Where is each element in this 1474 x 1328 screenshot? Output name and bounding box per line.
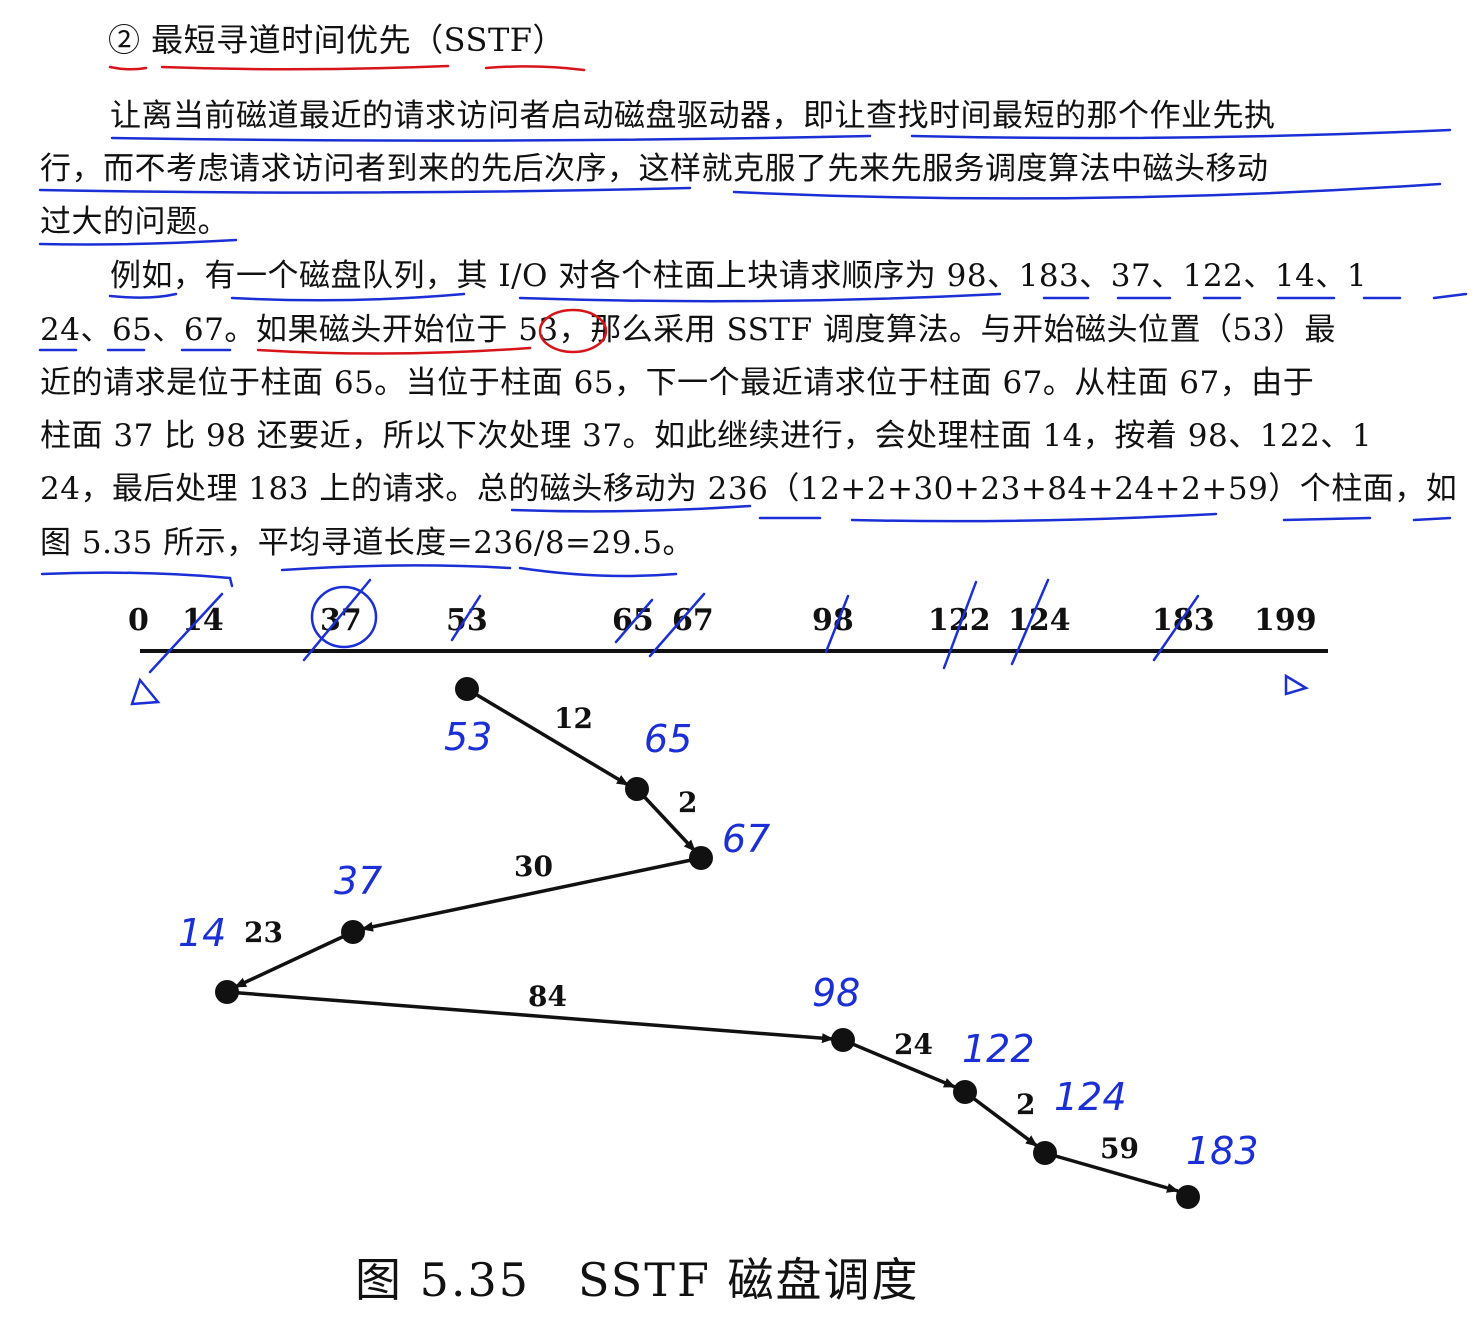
axis-tick-labels: 0 14 37 53 65 67 98 122 124 183 199 (128, 603, 1317, 638)
blue-underline-ru (1412, 516, 1452, 522)
mark-right-end (1284, 673, 1310, 696)
blue-underline-1b (910, 128, 1452, 140)
blue-underline-1a (110, 134, 872, 142)
blue-underline-2a (38, 186, 692, 194)
red-underline-title (160, 64, 450, 71)
hand-label-14: 14 (178, 911, 226, 955)
blue-underline-fig (40, 571, 234, 588)
blue-underline-formula (518, 566, 678, 578)
blue-underline-4c (518, 292, 1002, 303)
mark-left-end (130, 677, 161, 706)
movement-label-6: 24 (894, 1028, 933, 1061)
blue-underline-1 (1432, 292, 1468, 300)
tick-183: 183 (1152, 603, 1215, 638)
hand-label-98: 98 (812, 971, 860, 1015)
blue-underline-cylinders (1282, 516, 1372, 522)
tick-53: 53 (446, 603, 488, 638)
tick-199: 199 (1254, 603, 1317, 638)
point-53 (455, 677, 479, 701)
red-circle-53 (538, 308, 608, 354)
figure-caption: 图 5.35 SSTF 磁盘调度 (355, 1253, 920, 1307)
hand-label-53: 53 (444, 715, 492, 759)
movement-label-2: 2 (678, 786, 697, 819)
blue-strikes (130, 578, 1310, 706)
red-underline-start (256, 346, 532, 355)
sstf-figure: 0 14 37 53 65 67 98 122 124 183 199 12 2… (38, 64, 1468, 1209)
tick-14: 14 (182, 603, 224, 638)
point-65 (625, 777, 649, 801)
blue-underline-avg (280, 564, 512, 572)
movement-label-1: 12 (554, 702, 593, 735)
visit-points (215, 677, 1200, 1209)
point-37 (341, 920, 365, 944)
hand-label-124: 124 (1054, 1075, 1127, 1119)
blue-underline-4b (230, 292, 466, 302)
hand-label-65: 65 (644, 717, 692, 761)
handwritten-labels: 53 65 67 37 14 98 122 124 183 (178, 715, 1259, 1173)
point-98 (831, 1028, 855, 1052)
movement-label-5: 84 (528, 980, 567, 1013)
blue-underline-sum (850, 512, 1218, 523)
movement-label-8: 59 (1100, 1132, 1139, 1165)
movement-label-3: 30 (514, 850, 553, 883)
red-annotations (108, 64, 608, 355)
point-124 (1033, 1141, 1057, 1165)
blue-annotations (38, 128, 1468, 588)
point-14 (215, 980, 239, 1004)
tick-122: 122 (928, 603, 991, 638)
point-67 (689, 846, 713, 870)
hand-label-183: 183 (1186, 1129, 1259, 1173)
red-underline-number (108, 65, 148, 71)
red-underline-sstf (484, 65, 586, 72)
blue-underline-4a (108, 292, 178, 299)
hand-label-122: 122 (962, 1027, 1035, 1071)
point-122 (953, 1080, 977, 1104)
tick-0: 0 (128, 603, 149, 638)
blue-underline-2b (732, 182, 1442, 200)
hand-label-67: 67 (722, 817, 770, 861)
hand-label-37: 37 (334, 859, 382, 903)
page: ② 最短寻道时间优先（SSTF） 让离当前磁道最近的请求访问者启动磁盘驱动器，即… (0, 0, 1474, 1328)
movement-label-4: 23 (244, 916, 283, 949)
point-183 (1176, 1185, 1200, 1209)
blue-underline-3 (38, 238, 238, 246)
blue-underline-total (510, 504, 752, 513)
movement-label-7: 2 (1016, 1088, 1035, 1121)
movement-labels: 12 2 30 23 84 24 2 59 (244, 702, 1139, 1165)
tick-124: 124 (1008, 603, 1071, 638)
